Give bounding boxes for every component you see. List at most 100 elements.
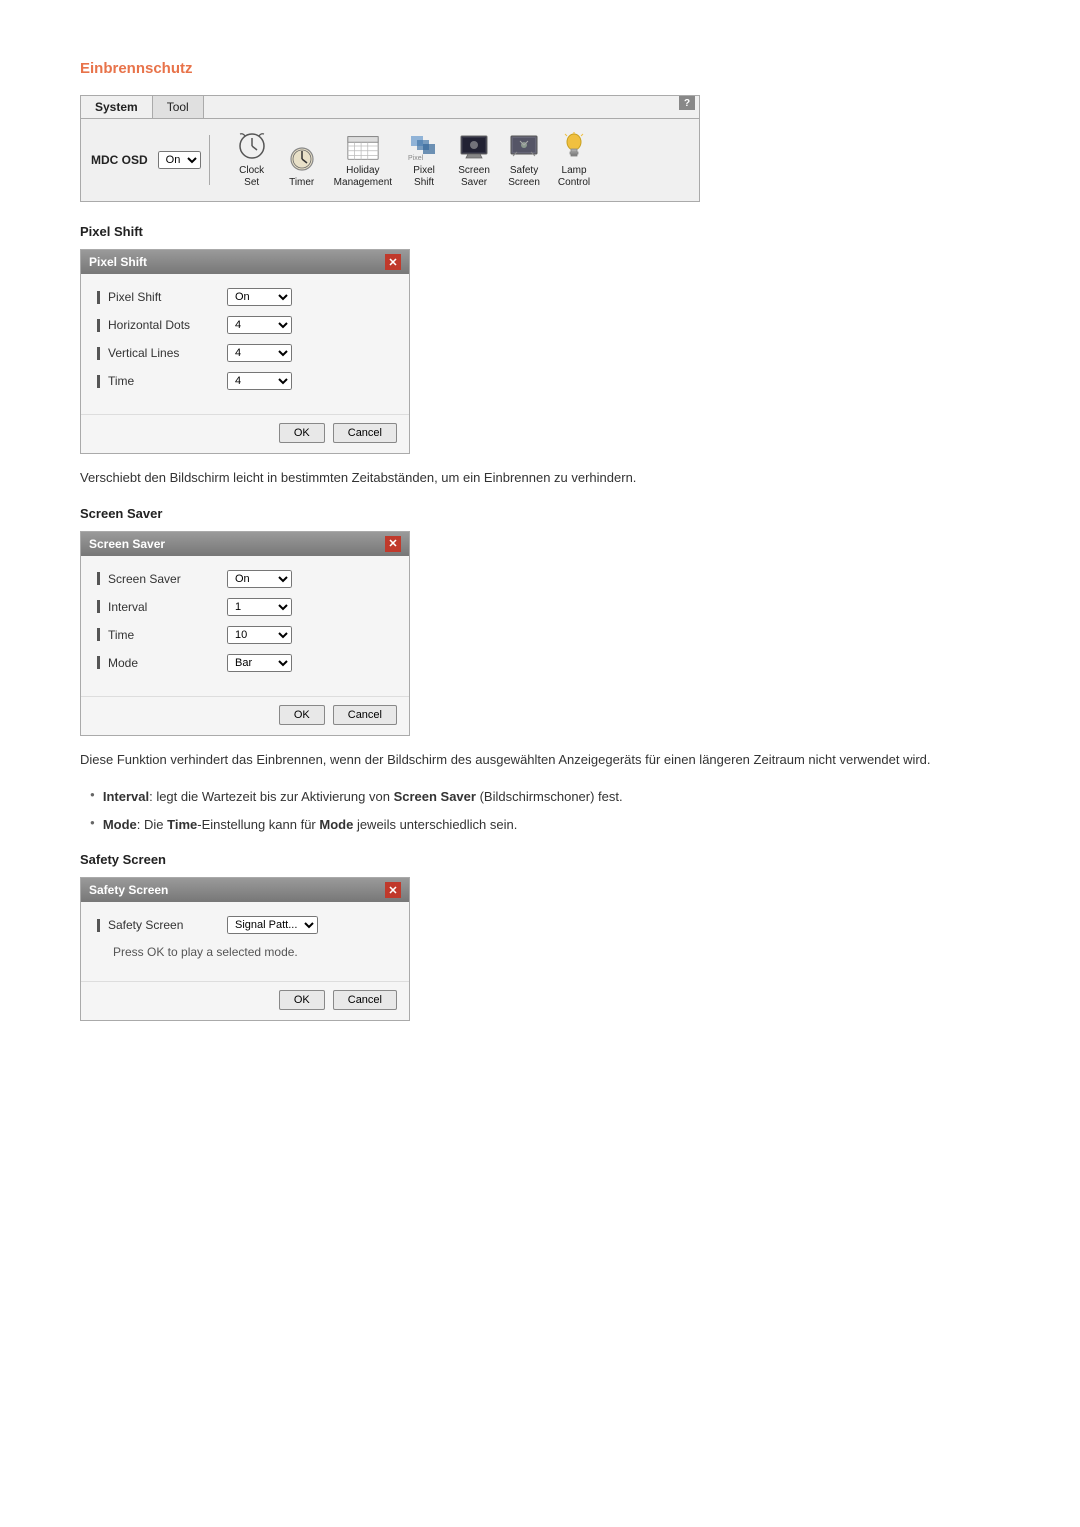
safety-screen-titlebar: Safety Screen ✕ [81,878,409,902]
row-bar [97,600,100,613]
safety-screen-body: Safety Screen Signal Patt... Press OK to… [81,902,409,981]
screen-saver-label: ScreenSaver [458,165,490,189]
pixel-shift-label: PixelShift [413,165,435,189]
bullet-dot-1: ● [90,817,95,835]
tab-system[interactable]: System [81,96,153,118]
safety-screen-row-0: Safety Screen Signal Patt... [97,916,393,934]
pixel-shift-titlebar: Pixel Shift ✕ [81,250,409,274]
toolbar-items: ClockSet Timer [228,127,598,193]
clock-set-label: ClockSet [239,165,264,189]
bullet-text-1: Mode: Die Time-Einstellung kann für Mode… [103,815,518,835]
mdc-select[interactable]: On Off [158,151,201,169]
pixel-shift-row-1-label: Horizontal Dots [97,318,227,332]
mdc-label: MDC OSD [91,153,148,167]
toolbar-item-pixel-shift[interactable]: Pixel PixelShift [400,127,448,193]
row-bar [97,628,100,641]
toolbar-item-lamp-control[interactable]: LampControl [550,127,598,193]
bullet-text-0: Interval: legt die Wartezeit bis zur Akt… [103,787,623,807]
bullet-item-1: ● Mode: Die Time-Einstellung kann für Mo… [90,815,1000,835]
safety-screen-ok-button[interactable]: OK [279,990,325,1010]
toolbar-item-screen-saver[interactable]: ScreenSaver [450,127,498,193]
timer-icon [284,143,320,175]
screen-saver-heading: Screen Saver [80,506,1000,521]
time-select[interactable]: 102030 [227,626,292,644]
pixel-shift-close-button[interactable]: ✕ [385,254,401,270]
safety-screen-close-button[interactable]: ✕ [385,882,401,898]
pixel-shift-select[interactable]: OnOff [227,288,292,306]
pixel-shift-row-2-label: Vertical Lines [97,346,227,360]
safety-screen-row-0-label: Safety Screen [97,918,227,932]
row-bar [97,375,100,388]
safety-screen-icon [506,131,542,163]
mode-select[interactable]: BarFade [227,654,292,672]
safety-screen-title: Safety Screen [89,883,168,897]
holiday-icon [345,131,381,163]
screen-saver-dialog: Screen Saver ✕ Screen Saver OnOff Interv… [80,531,410,736]
pixel-shift-time-select[interactable]: 423 [227,372,292,390]
screen-saver-footer: OK Cancel [81,696,409,735]
screen-saver-titlebar: Screen Saver ✕ [81,532,409,556]
safety-screen-select[interactable]: Signal Patt... [227,916,318,934]
horizontal-dots-select[interactable]: 423 [227,316,292,334]
toolbar-item-timer[interactable]: Timer [278,139,326,193]
screen-saver-description: Diese Funktion verhindert das Einbrennen… [80,750,1000,770]
row-bar [97,319,100,332]
screen-saver-row-0-label: Screen Saver [97,572,227,586]
screen-saver-row-1-label: Interval [97,600,227,614]
toolbar-container: ? System Tool MDC OSD On Off [80,95,700,202]
pixel-shift-row-2: Vertical Lines 423 [97,344,393,362]
page-title: Einbrennschutz [80,60,1000,77]
pixel-shift-row-0-label: Pixel Shift [97,290,227,304]
screen-saver-row-1: Interval 123 [97,598,393,616]
pixel-shift-cancel-button[interactable]: Cancel [333,423,397,443]
toolbar-item-safety-screen[interactable]: SafetyScreen [500,127,548,193]
pixel-shift-heading: Pixel Shift [80,224,1000,239]
toolbar-body: MDC OSD On Off ClockSet [81,119,699,201]
screen-saver-close-button[interactable]: ✕ [385,536,401,552]
screen-saver-row-2-label: Time [97,628,227,642]
screen-saver-body: Screen Saver OnOff Interval 123 Time 102… [81,556,409,696]
vertical-lines-select[interactable]: 423 [227,344,292,362]
safety-screen-footer: OK Cancel [81,981,409,1020]
interval-select[interactable]: 123 [227,598,292,616]
toolbar-item-clock-set[interactable]: ClockSet [228,127,276,193]
screen-saver-select[interactable]: OnOff [227,570,292,588]
toolbar-divider [209,135,210,185]
screen-saver-row-3-label: Mode [97,656,227,670]
pixel-shift-footer: OK Cancel [81,414,409,453]
safety-screen-cancel-button[interactable]: Cancel [333,990,397,1010]
screen-saver-ok-button[interactable]: OK [279,705,325,725]
pixel-shift-row-0: Pixel Shift OnOff [97,288,393,306]
svg-text:Pixel: Pixel [408,155,424,162]
pixel-shift-body: Pixel Shift OnOff Horizontal Dots 423 Ve… [81,274,409,414]
row-bar [97,656,100,669]
toolbar-tabs: System Tool [81,96,699,119]
clock-set-icon [234,131,270,163]
screen-saver-title: Screen Saver [89,537,165,551]
row-bar [97,919,100,932]
lamp-control-label: LampControl [558,165,590,189]
safety-screen-heading: Safety Screen [80,852,1000,867]
tab-tool[interactable]: Tool [153,96,204,118]
pixel-shift-icon: Pixel [406,131,442,163]
holiday-label: HolidayManagement [334,165,392,189]
pixel-shift-row-3: Time 423 [97,372,393,390]
safety-screen-note: Press OK to play a selected mode. [113,944,393,959]
pixel-shift-ok-button[interactable]: OK [279,423,325,443]
bullet-item-0: ● Interval: legt die Wartezeit bis zur A… [90,787,1000,807]
screen-saver-cancel-button[interactable]: Cancel [333,705,397,725]
pixel-shift-dialog: Pixel Shift ✕ Pixel Shift OnOff Horizont… [80,249,410,454]
row-bar [97,572,100,585]
pixel-shift-row-3-label: Time [97,374,227,388]
lamp-control-icon [556,131,592,163]
bullet-dot-0: ● [90,789,95,807]
help-button[interactable]: ? [679,96,695,110]
bullet-list: ● Interval: legt die Wartezeit bis zur A… [80,787,1000,834]
toolbar-item-holiday[interactable]: HolidayManagement [328,127,398,193]
screen-saver-row-0: Screen Saver OnOff [97,570,393,588]
pixel-shift-description: Verschiebt den Bildschirm leicht in best… [80,468,1000,488]
screen-saver-row-2: Time 102030 [97,626,393,644]
timer-label: Timer [289,177,314,189]
row-bar [97,291,100,304]
pixel-shift-row-1: Horizontal Dots 423 [97,316,393,334]
